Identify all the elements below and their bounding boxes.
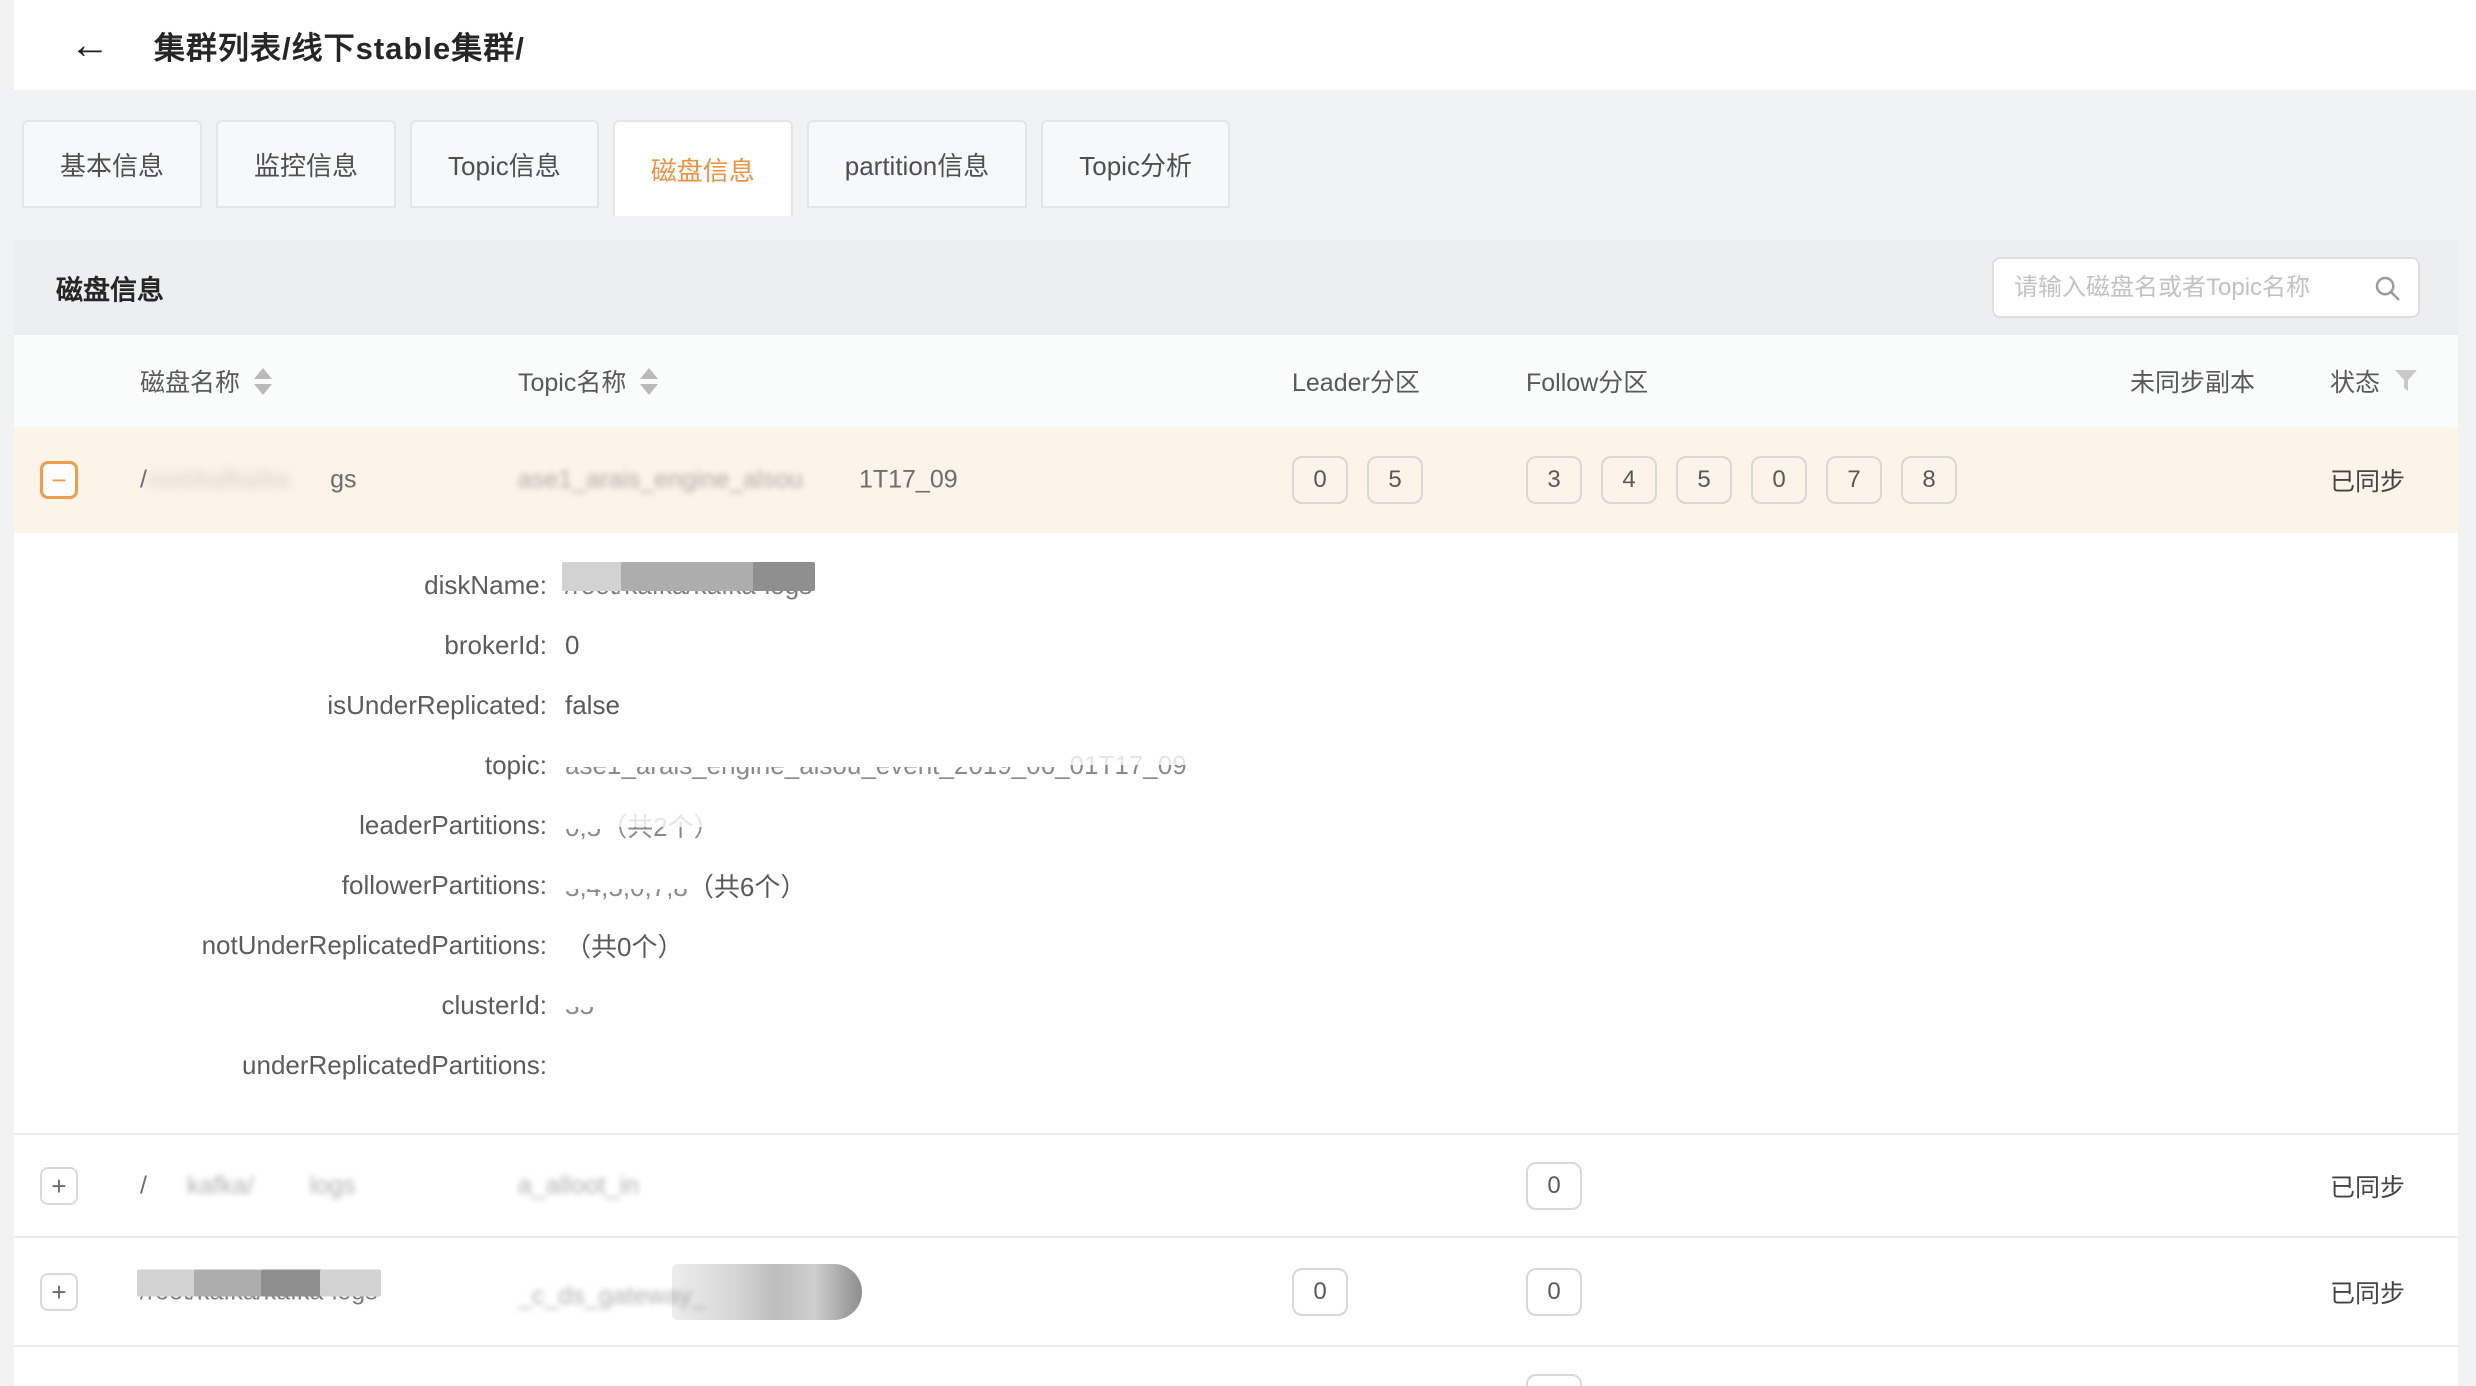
table-header-row: 磁盘名称 Topic名称 Leader分区 Follow分区 未同步副本 状态 — [14, 335, 2458, 427]
status-badge: 已同步 — [2330, 462, 2405, 498]
follower-partition-tags: 0 — [1526, 1162, 1582, 1210]
sort-asc-icon[interactable] — [254, 368, 272, 379]
column-header-unsync: 未同步副本 — [2130, 363, 2255, 399]
partition-tag: 0 — [1526, 1268, 1582, 1316]
search-icon[interactable] — [2372, 273, 2402, 303]
tab-partition-info[interactable]: partition信息 — [807, 120, 1028, 208]
tab-monitor-info[interactable]: 监控信息 — [216, 120, 396, 208]
topic-name-cell: a_alloot_in — [518, 1171, 639, 1200]
tab-disk-info[interactable]: 磁盘信息 — [613, 120, 793, 216]
leader-partition-tags: 0 5 — [1292, 456, 1423, 504]
detail-row-followerpartitions: followerPartitions: 3,4,5,0,7,8（共6个） — [14, 855, 2458, 915]
partition-tag: 0 — [1751, 456, 1807, 504]
detail-value-topic: ase1_arais_engine_alsou_event_2019_06_01… — [565, 750, 1187, 781]
collapse-row-button[interactable]: − — [40, 461, 78, 499]
partition-tag: 0 — [1292, 456, 1348, 504]
detail-value-followerpartitions: 3,4,5,0,7,8（共6个） — [565, 867, 806, 904]
detail-value-diskname: /root/kafka/kafka-logs — [565, 570, 812, 601]
disk-table: 磁盘名称 Topic名称 Leader分区 Follow分区 未同步副本 状态 — [14, 335, 2458, 1386]
detail-value-isunderreplicated: false — [565, 690, 620, 721]
follower-partition-tags: 3 4 5 0 7 8 — [1526, 456, 1957, 504]
status-badge: 已同步 — [2330, 1168, 2405, 1204]
back-arrow-icon[interactable]: ← — [70, 25, 110, 65]
detail-row-leaderpartitions: leaderPartitions: 0,5（共2个） — [14, 795, 2458, 855]
sort-desc-icon[interactable] — [640, 384, 658, 395]
topic-name-cell: _c_ds_gateway_ — [518, 1264, 862, 1320]
table-row-expanded[interactable]: − /root/kafka/kags ase1_arais_engine_als… — [14, 427, 2458, 533]
search-input[interactable] — [1994, 274, 2372, 302]
expand-row-button[interactable]: + — [40, 1273, 78, 1311]
topic-name-cell: ase1_arais_engine_alsou1T17_09 — [518, 466, 958, 495]
detail-value-leaderpartitions: 0,5（共2个） — [565, 807, 720, 844]
detail-row-underreplicatedpartitions: underReplicatedPartitions: — [14, 1035, 2458, 1095]
detail-row-clusterid: clusterId: 35 — [14, 975, 2458, 1035]
detail-value-clusterid: 35 — [565, 990, 594, 1021]
detail-row-topic: topic: ase1_arais_engine_alsou_event_201… — [14, 735, 2458, 795]
partition-tag: 0 — [1292, 1268, 1348, 1316]
partition-tag: 7 — [1826, 456, 1882, 504]
table-row[interactable]: + /kafka/logs a_alloot_in 0 已同步 — [14, 1135, 2458, 1238]
detail-value-brokerid: 0 — [565, 630, 579, 661]
tab-bar: 基本信息 监控信息 Topic信息 磁盘信息 partition信息 Topic… — [22, 120, 1230, 216]
row-detail-panel: diskName: /root/kafka/kafka-logs brokerI… — [14, 533, 2458, 1135]
sort-desc-icon[interactable] — [254, 384, 272, 395]
detail-row-isunderreplicated: isUnderReplicated: false — [14, 675, 2458, 735]
tab-topic-info[interactable]: Topic信息 — [410, 120, 599, 208]
follower-partition-tags: 0 — [1526, 1268, 1582, 1316]
partition-tag: 5 — [1676, 456, 1732, 504]
detail-row-diskname: diskName: /root/kafka/kafka-logs — [14, 555, 2458, 615]
table-row-partial[interactable] — [14, 1347, 2458, 1386]
leader-partition-tags: 0 — [1292, 1268, 1348, 1316]
section-header: 磁盘信息 — [14, 240, 2458, 335]
table-row[interactable]: + /root/kafka/kafka-logs _c_ds_gateway_ … — [14, 1238, 2458, 1347]
column-header-topic: Topic名称 — [518, 363, 626, 399]
sort-control-topic[interactable] — [640, 368, 658, 395]
partition-tag: 4 — [1601, 456, 1657, 504]
detail-value-notunderreplicated: （共0个） — [565, 927, 683, 964]
sort-asc-icon[interactable] — [640, 368, 658, 379]
sort-control-disk[interactable] — [254, 368, 272, 395]
status-badge: 已同步 — [2330, 1274, 2405, 1310]
partition-tag: 5 — [1367, 456, 1423, 504]
column-header-status: 状态 — [2330, 363, 2380, 399]
search-box — [1992, 257, 2420, 318]
detail-row-notunderreplicated: notUnderReplicatedPartitions: （共0个） — [14, 915, 2458, 975]
partition-tag: 3 — [1526, 456, 1582, 504]
partition-tag: 0 — [1526, 1162, 1582, 1210]
partition-tag — [1526, 1374, 1582, 1386]
tab-basic-info[interactable]: 基本信息 — [22, 120, 202, 208]
column-header-follow: Follow分区 — [1526, 363, 1648, 399]
tab-topic-analysis[interactable]: Topic分析 — [1041, 120, 1230, 208]
disk-name-cell: /kafka/logs — [140, 1171, 356, 1200]
filter-icon[interactable] — [2394, 368, 2418, 394]
partition-tag: 8 — [1901, 456, 1957, 504]
page-title: 集群列表/线下stable集群/ — [154, 23, 525, 68]
disk-name-cell: /root/kafka/kags — [140, 466, 357, 495]
page-header: ← 集群列表/线下stable集群/ — [14, 0, 2476, 90]
disk-name-cell: /root/kafka/kafka-logs — [140, 1277, 378, 1306]
column-header-leader: Leader分区 — [1292, 363, 1420, 399]
column-header-disk: 磁盘名称 — [140, 363, 240, 399]
expand-row-button[interactable]: + — [40, 1167, 78, 1205]
detail-row-brokerid: brokerId: 0 — [14, 615, 2458, 675]
section-title: 磁盘信息 — [56, 268, 164, 307]
